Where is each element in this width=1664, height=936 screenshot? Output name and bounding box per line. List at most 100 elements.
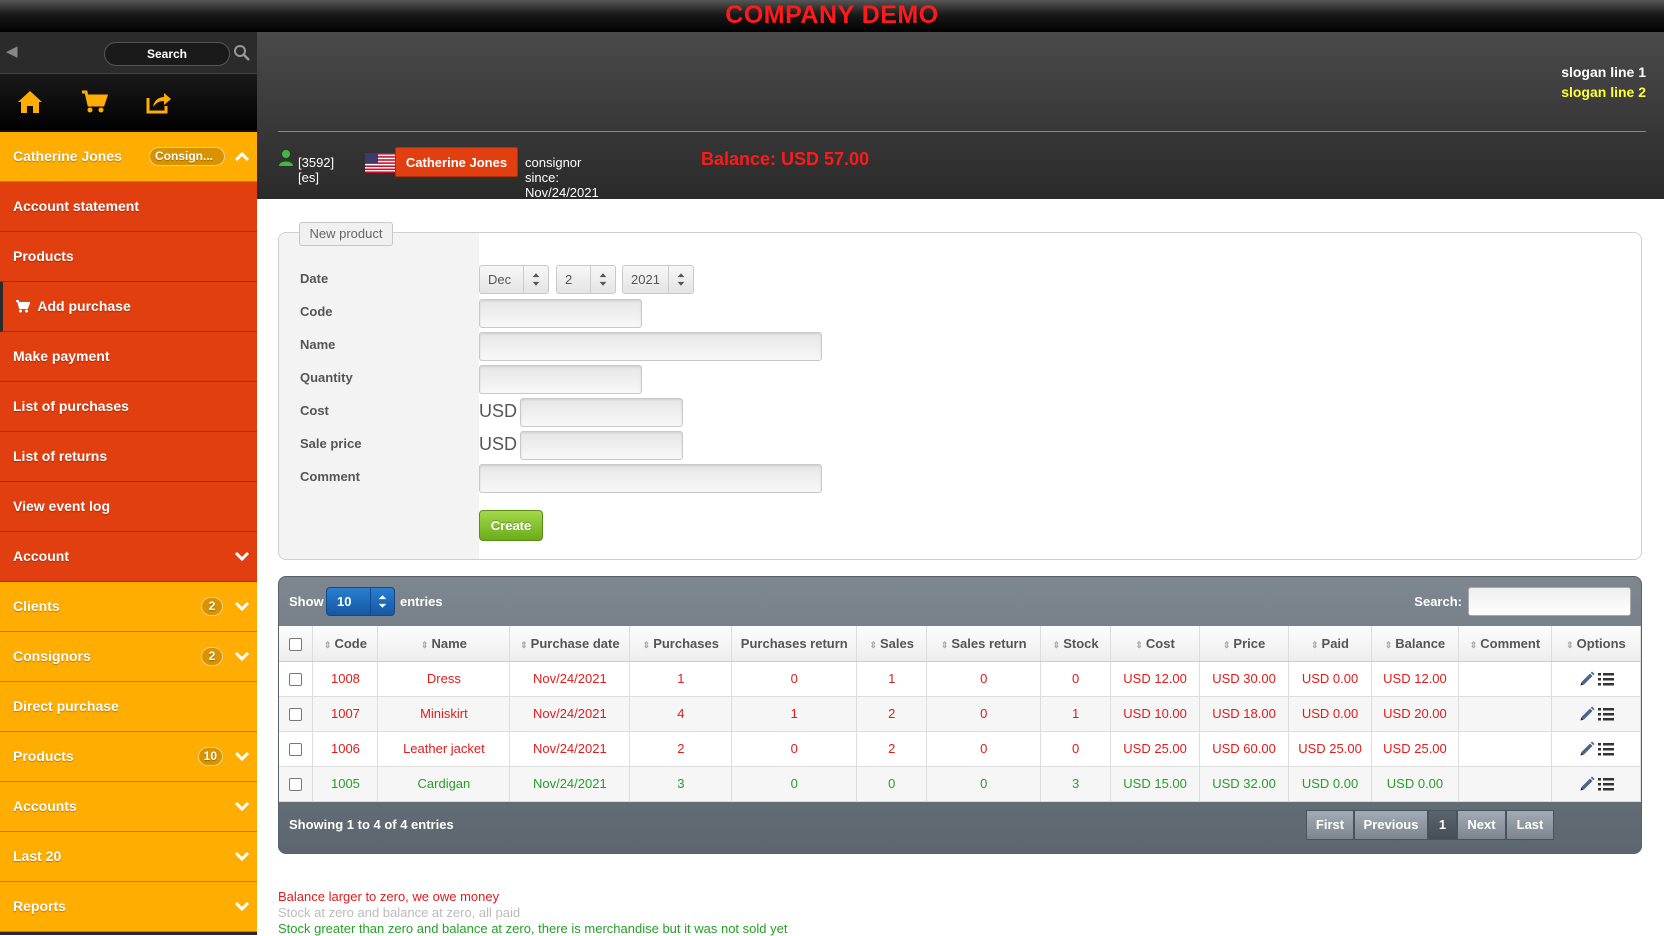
col-sales[interactable]: ⇕ Sales [856,626,928,662]
sidebar-item-make-payment[interactable]: Make payment [0,332,257,382]
create-button[interactable]: Create [479,510,543,541]
row-checkbox[interactable] [289,673,303,687]
list-icon[interactable] [1597,777,1614,791]
sidebar-item-label: Reports [13,898,66,914]
sidebar-item-label: Accounts [13,798,77,814]
code-input[interactable] [479,299,642,328]
row-checkbox[interactable] [289,708,303,722]
chevron-down-icon [234,901,250,911]
pagination-previous[interactable]: Previous [1354,810,1428,840]
list-icon[interactable] [1597,742,1614,756]
sidebar-item-add-purchase[interactable]: Add purchase [0,282,257,332]
row-select-cell[interactable] [279,661,314,697]
col-sales-return[interactable]: ⇕ Sales return [926,626,1042,662]
sidebar-item-consignors[interactable]: Consignors 2 [0,632,257,682]
select-arrows-icon [523,266,540,293]
row-checkbox[interactable] [289,778,303,792]
user-button[interactable]: Catherine Jones [395,147,518,177]
col-price[interactable]: ⇕ Price [1199,626,1290,662]
row-select-cell[interactable] [279,696,314,732]
col-purchases[interactable]: ⇕ Purchases [629,626,733,662]
col-comment[interactable]: ⇕ Comment [1458,626,1552,662]
sidebar-item-label: Consignors [13,648,91,664]
edit-icon[interactable] [1578,705,1596,723]
table-search-input[interactable] [1468,587,1631,616]
date-month-select[interactable]: Dec [479,265,549,294]
col-balance[interactable]: ⇕ Balance [1371,626,1459,662]
col-options[interactable]: ⇕ Options [1551,626,1641,662]
pagination-next[interactable]: Next [1457,810,1506,840]
sidebar-item-accounts[interactable]: Accounts [0,782,257,832]
table-cell: USD 12.00 [1371,661,1459,697]
column-label: Cost [1145,635,1175,651]
sidebar-item-label: Products [13,748,74,764]
sidebar-search-input[interactable]: Search [104,42,230,66]
page-length-select[interactable]: 10 [326,587,395,616]
sidebar-item-label: Add purchase [37,298,131,314]
cost-input[interactable] [520,398,683,427]
select-all-header[interactable] [279,626,314,662]
show-label: Show [289,594,324,609]
sidebar-user-item[interactable]: Catherine Jones Consign... [0,132,257,182]
collapse-sidebar-icon[interactable]: ◀ [6,42,18,60]
sidebar-item-account[interactable]: Account [0,532,257,582]
table-cell: 0 [731,731,858,767]
col-purchase-date[interactable]: ⇕ Purchase date [509,626,631,662]
sidebar-item-reports[interactable]: Reports [0,882,257,932]
col-name[interactable]: ⇕ Name [377,626,511,662]
sale-price-input[interactable] [520,431,683,460]
select-all-checkbox[interactable] [289,637,303,651]
edit-icon[interactable] [1578,670,1596,688]
pagination-page-1[interactable]: 1 [1428,810,1457,840]
table-cell: 0 [1040,731,1112,767]
sidebar-item-list-of-returns[interactable]: List of returns [0,432,257,482]
sidebar-item-clients[interactable]: Clients 2 [0,582,257,632]
pagination-last[interactable]: Last [1506,810,1554,840]
col-stock[interactable]: ⇕ Stock [1040,626,1112,662]
chevron-down-icon [234,751,250,761]
col-cost[interactable]: ⇕ Cost [1110,626,1201,662]
currency-label: USD [479,434,518,454]
row-select-cell[interactable] [279,731,314,767]
share-icon[interactable] [144,88,172,116]
date-day-select[interactable]: 2 [556,265,616,294]
sidebar-item-direct-purchase[interactable]: Direct purchase [0,682,257,732]
sidebar-item-products-group[interactable]: Products 10 [0,732,257,782]
list-icon[interactable] [1597,707,1614,721]
quantity-input[interactable] [479,365,642,394]
col-purchases-return[interactable]: Purchases return [731,626,858,662]
column-label: Stock [1063,635,1099,651]
sidebar-item-products[interactable]: Products [0,232,257,282]
consignor-since: consignor since: Nov/24/2021 [525,155,599,200]
edit-icon[interactable] [1578,775,1596,793]
sidebar-item-label: View event log [13,498,110,514]
count-badge: 10 [197,747,223,766]
purchases-table-panel: Show 10 entries Search: ⇕ Code ⇕ Name ⇕ Pur… [278,576,1642,854]
row-checkbox[interactable] [289,743,303,757]
col-paid[interactable]: ⇕ Paid [1288,626,1372,662]
sidebar-item-account-statement[interactable]: Account statement [0,182,257,232]
table-cell: USD 0.00 [1288,696,1372,732]
col-code[interactable]: ⇕ Code [312,626,379,662]
sidebar-item-list-of-purchases[interactable]: List of purchases [0,382,257,432]
date-year-select[interactable]: 2021 [622,265,694,294]
cart-icon[interactable] [80,88,108,116]
home-icon[interactable] [16,88,44,116]
table-search-label: Search: [1414,594,1462,609]
sidebar-item-view-event-log[interactable]: View event log [0,482,257,532]
chevron-down-icon [234,801,250,811]
name-input[interactable] [479,332,822,361]
column-label: Options [1576,635,1626,651]
search-icon[interactable] [233,43,251,63]
pagination-first[interactable]: First [1306,810,1354,840]
sidebar-item-last-20[interactable]: Last 20 [0,832,257,882]
list-icon[interactable] [1597,672,1614,686]
legend-all-paid: Stock at zero and balance at zero, all p… [278,905,521,920]
column-label: Code [334,635,367,651]
purchases-table: ⇕ Code ⇕ Name ⇕ Purchase date ⇕ Purchases Pu… [279,626,1641,802]
sidebar-item-label: List of purchases [13,398,129,414]
edit-icon[interactable] [1578,740,1596,758]
table-header-row: ⇕ Code ⇕ Name ⇕ Purchase date ⇕ Purchases Pu… [279,626,1641,662]
cart-icon [16,300,30,313]
comment-input[interactable] [479,464,822,493]
